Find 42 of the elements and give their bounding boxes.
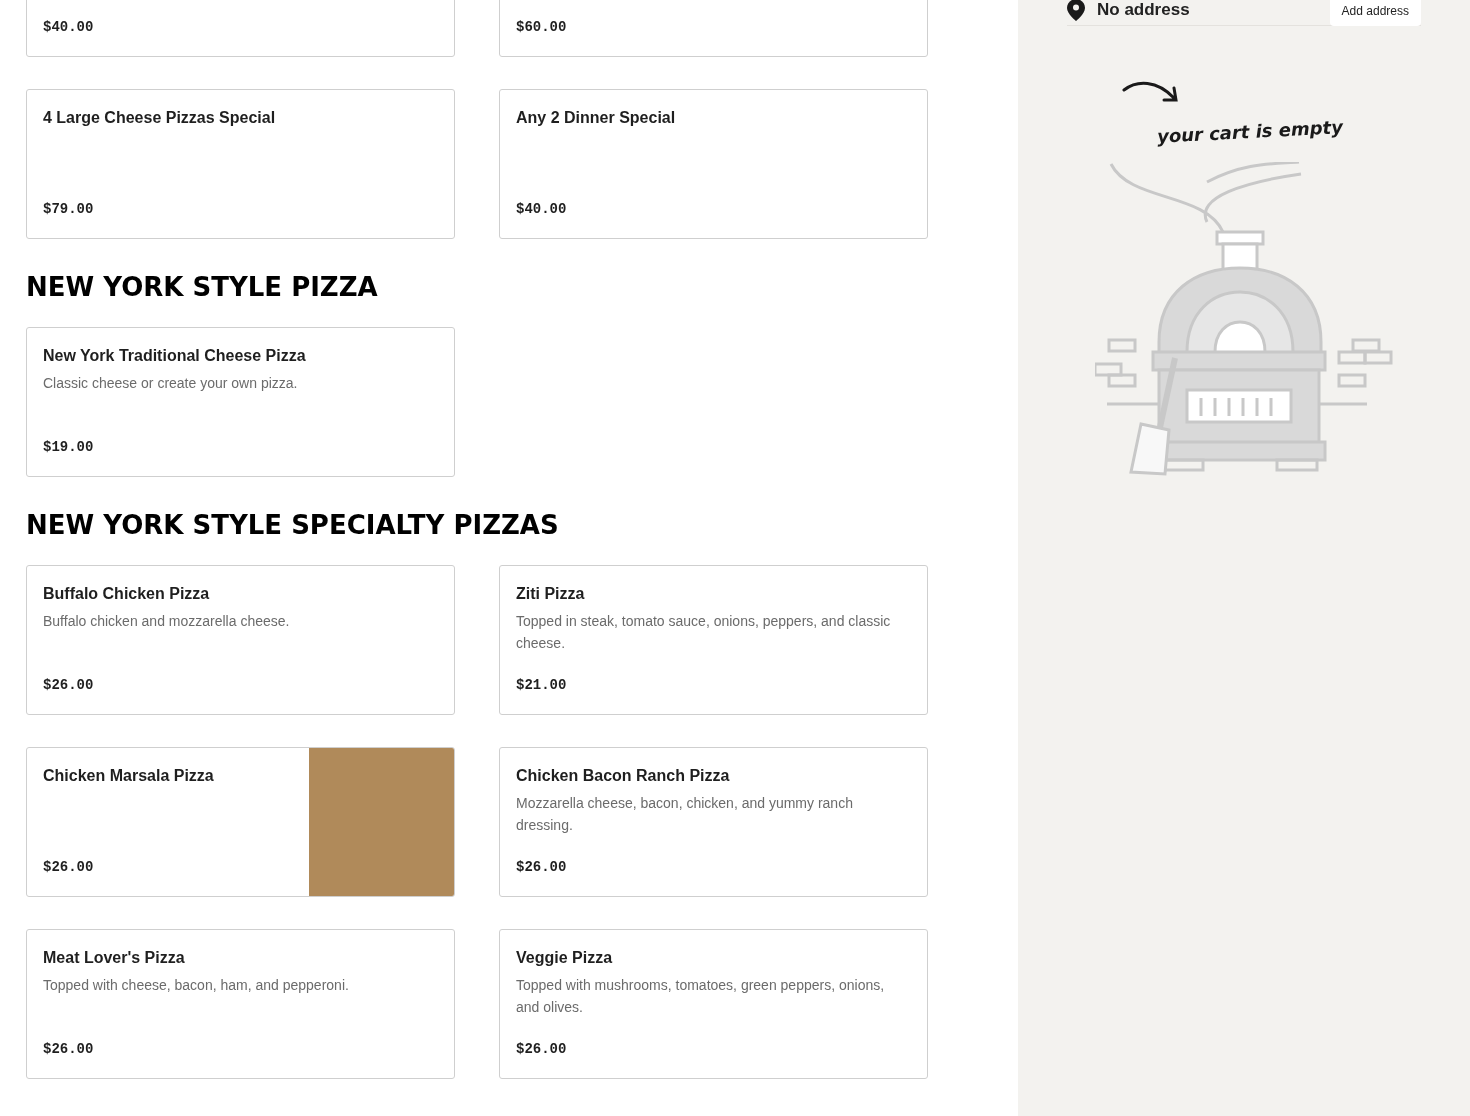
address-text: No address [1097,0,1190,21]
empty-cart-message: your cart is empty [1156,115,1344,149]
menu-item-card[interactable]: $40.00 [26,0,455,57]
item-price: $26.00 [516,1040,568,1059]
item-price: $26.00 [516,858,568,877]
menu-item-card[interactable]: Buffalo Chicken Pizza Buffalo chicken and mozzarella cheese. $26.00 [26,565,455,715]
menu-item-card[interactable]: New York Traditional Cheese Pizza Classic cheese or create your own pizza. $19.00 [26,327,455,477]
item-description: Classic cheese or create your own pizza. [43,374,299,393]
item-price: $40.00 [43,18,95,37]
item-price: $40.00 [516,200,568,219]
item-description: Buffalo chicken and mozzarella cheese. [43,612,291,631]
item-price: $19.00 [43,438,95,457]
item-description: Mozzarella cheese, bacon, chicken, and yummy ranch dressing. [516,794,854,835]
item-name: Meat Lover's Pizza [43,948,186,968]
item-name: Any 2 Dinner Special [516,108,677,128]
item-price: $60.00 [516,18,568,37]
item-price: $79.00 [43,200,95,219]
item-description: Topped with cheese, bacon, ham, and pepperoni. [43,976,350,995]
item-name: Veggie Pizza [516,948,614,968]
item-price: $26.00 [43,858,95,877]
menu-item-card[interactable]: Any 2 Dinner Special $40.00 [499,89,928,239]
item-price: $26.00 [43,1040,95,1059]
section-heading: NEW YORK STYLE PIZZA [26,271,379,303]
item-price: $21.00 [516,676,568,695]
item-name: Buffalo Chicken Pizza [43,584,211,604]
menu-item-card[interactable]: $60.00 [499,0,928,57]
add-address-button[interactable]: Add address [1329,0,1421,26]
menu-item-card[interactable]: Meat Lover's Pizza Topped with cheese, bacon, ham, and pepperoni. $26.00 [26,929,455,1079]
item-description: Topped in steak, tomato sauce, onions, peppers, and classic cheese. [516,612,892,653]
item-description: Topped with mushrooms, tomatoes, green peppers, onions, and olives. [516,976,886,1017]
menu-item-card[interactable]: Chicken Bacon Ranch Pizza Mozzarella cheese, bacon, chicken, and yummy ranch dressing. $26.00 [499,747,928,897]
item-name: New York Traditional Cheese Pizza [43,346,307,366]
section-heading: NEW YORK STYLE SPECIALTY PIZZAS [26,509,560,541]
item-name: 4 Large Cheese Pizzas Special [43,108,277,128]
menu-item-card[interactable]: 4 Large Cheese Pizzas Special $79.00 [26,89,455,239]
item-name: Chicken Bacon Ranch Pizza [516,766,731,786]
menu-item-card[interactable]: Ziti Pizza Topped in steak, tomato sauce, onions, peppers, and classic cheese. $21.00 [499,565,928,715]
menu-item-card[interactable]: Chicken Marsala Pizza $26.00 [26,747,455,897]
item-name: Ziti Pizza [516,584,586,604]
item-name: Chicken Marsala Pizza [43,766,215,786]
item-price: $26.00 [43,676,95,695]
menu-item-card[interactable]: Veggie Pizza Topped with mushrooms, tomatoes, green peppers, onions, and olives. $26.00 [499,929,928,1079]
